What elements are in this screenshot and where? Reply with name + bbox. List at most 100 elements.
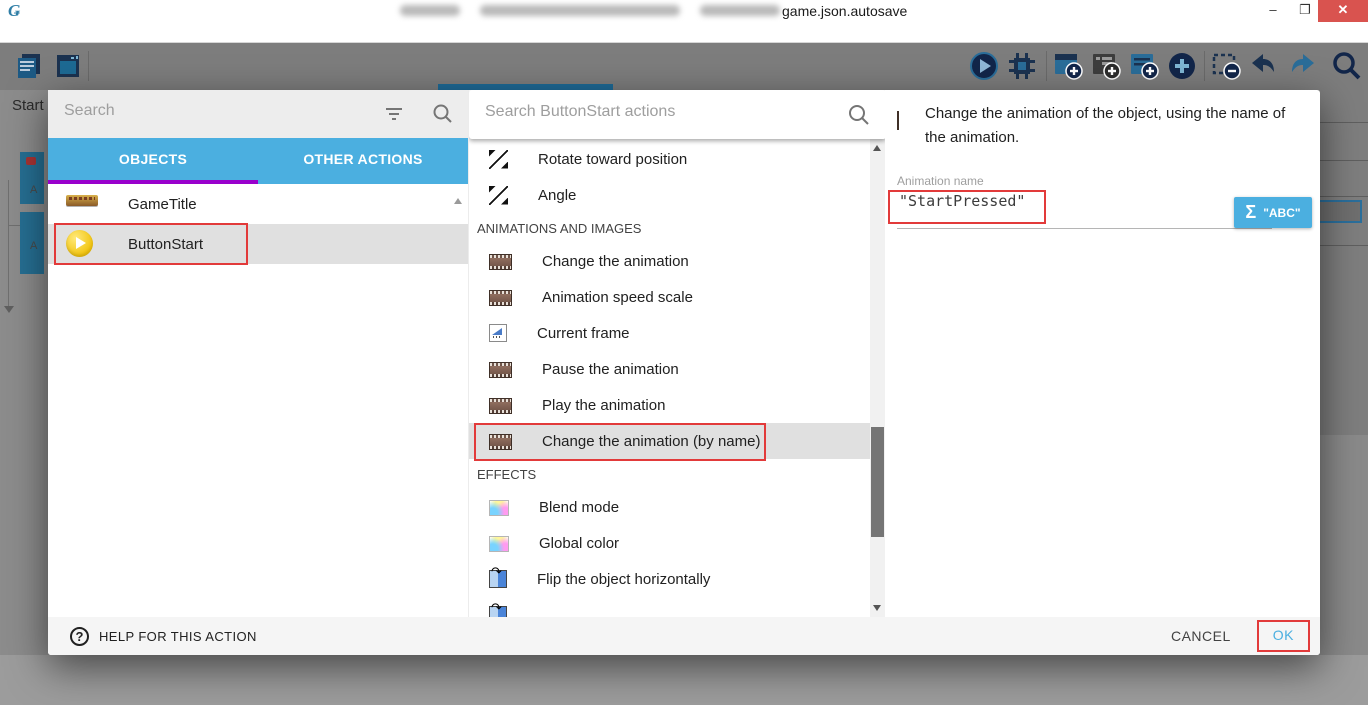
actions-search-bar: [469, 90, 885, 139]
search-icon[interactable]: [432, 103, 454, 130]
action-list-item[interactable]: Flip the object horizontally: [469, 561, 871, 597]
background-condition-icon: [26, 157, 36, 165]
title-bar: Ǥ game.json.autosave – ❐ ✕: [0, 0, 1368, 22]
rainbow-icon: [489, 536, 509, 552]
object-search-input[interactable]: [64, 102, 364, 120]
preview-play-icon[interactable]: [968, 50, 1000, 82]
parameters-right-panel: Change the animation of the object, usin…: [885, 90, 1320, 617]
ok-button[interactable]: OK: [1273, 627, 1294, 643]
action-description: Change the animation of the object, usin…: [925, 102, 1307, 150]
add-external-layout-icon[interactable]: [1128, 50, 1160, 82]
background-collapse-arrow: [4, 306, 14, 313]
cancel-button[interactable]: CANCEL: [1159, 620, 1243, 652]
scroll-down-arrow[interactable]: [873, 605, 881, 611]
window-title: game.json.autosave: [782, 3, 907, 19]
action-label: Change the animation (by name): [542, 433, 760, 450]
action-label: Blend mode: [539, 499, 619, 516]
action-list-item[interactable]: Angle: [469, 177, 871, 213]
help-link[interactable]: HELP FOR THIS ACTION: [99, 629, 257, 644]
action-label: Play the animation: [542, 397, 665, 414]
action-label: Global color: [539, 535, 619, 552]
frame-icon: [489, 324, 507, 342]
film-icon: [489, 362, 512, 378]
film-strip-icon: [897, 111, 899, 130]
object-list-item[interactable]: ButtonStart: [48, 224, 468, 264]
redacted-title-blob: [480, 5, 680, 16]
film-icon: [489, 290, 512, 306]
action-list-item[interactable]: Global color: [469, 525, 871, 561]
action-list-item[interactable]: Current frame: [469, 315, 871, 351]
background-text-fragment: A: [30, 184, 37, 196]
object-search-bar: [48, 90, 468, 138]
restore-button[interactable]: ❐: [1290, 0, 1320, 22]
redo-icon[interactable]: [1286, 50, 1318, 82]
action-label: Change the animation: [542, 253, 689, 270]
background-row-divider: [1320, 122, 1368, 123]
action-label: EFFECTS: [477, 467, 536, 482]
action-list-item[interactable]: EFFECTS: [469, 459, 871, 489]
object-tabs: OBJECTS OTHER ACTIONS: [48, 138, 468, 184]
add-new-icon[interactable]: [1166, 50, 1198, 82]
action-list-item[interactable]: Animation speed scale: [469, 279, 871, 315]
menu-bar: [0, 22, 1368, 43]
close-button[interactable]: ✕: [1318, 0, 1368, 22]
background-events-editor: Start A A: [0, 90, 48, 655]
game-title-icon: [66, 195, 98, 206]
object-list-item[interactable]: GameTitle: [48, 184, 468, 224]
debugger-icon[interactable]: [1006, 50, 1038, 82]
undo-icon[interactable]: [1248, 50, 1280, 82]
dimmed-background: Start A A: [0, 43, 1368, 705]
action-list-item[interactable]: Change the animation (by name): [469, 423, 871, 459]
action-list-item[interactable]: Pause the animation: [469, 351, 871, 387]
object-label: GameTitle: [128, 196, 197, 213]
tab-objects[interactable]: OBJECTS: [48, 138, 258, 184]
field-underline: [897, 228, 1272, 229]
film-icon: [489, 434, 512, 450]
search-icon[interactable]: [847, 103, 871, 132]
abc-label: "ABC": [1263, 206, 1300, 220]
actions-scrollbar[interactable]: [870, 139, 885, 617]
minimize-button[interactable]: –: [1258, 0, 1288, 22]
flip-icon: [489, 606, 507, 617]
action-list-item[interactable]: [469, 597, 871, 617]
action-editor-dialog: OBJECTS OTHER ACTIONS GameTitle ButtonSt…: [48, 90, 1320, 655]
background-text-fragment: A: [30, 240, 37, 252]
actions-list: Rotate toward position Angle ANIMATIONS …: [469, 139, 871, 617]
action-list-item[interactable]: Change the animation: [469, 243, 871, 279]
toolbar-separator: [88, 51, 89, 81]
action-label: Current frame: [537, 325, 630, 342]
action-label: ANIMATIONS AND IMAGES: [477, 221, 641, 236]
scene-editor-icon[interactable]: [52, 50, 84, 82]
scroll-up-arrow[interactable]: [873, 145, 881, 151]
action-list-item[interactable]: Play the animation: [469, 387, 871, 423]
scrollbar-thumb[interactable]: [871, 427, 884, 537]
remove-selection-icon[interactable]: [1210, 50, 1242, 82]
expression-editor-button[interactable]: Σ "ABC": [1234, 197, 1312, 228]
film-icon: [489, 254, 512, 270]
help-icon[interactable]: ?: [70, 627, 89, 646]
background-bottom-strip: [0, 655, 1368, 705]
toolbar-separator: [1046, 51, 1047, 81]
action-label: Angle: [538, 187, 576, 204]
actions-middle-panel: Rotate toward position Angle ANIMATIONS …: [468, 90, 885, 617]
background-row-divider: [1320, 160, 1368, 161]
search-icon[interactable]: [1330, 50, 1362, 82]
actions-search-input[interactable]: [485, 103, 815, 121]
animation-name-input[interactable]: [899, 192, 1199, 210]
add-external-events-icon[interactable]: [1090, 50, 1122, 82]
action-list-item[interactable]: ANIMATIONS AND IMAGES: [469, 213, 871, 243]
action-label: Flip the object horizontally: [537, 571, 710, 588]
tab-other-actions[interactable]: OTHER ACTIONS: [258, 138, 468, 184]
rotate-arrow-icon: [489, 186, 508, 205]
rainbow-icon: [489, 500, 509, 516]
action-list-item[interactable]: Blend mode: [469, 489, 871, 525]
background-selected-field: [1318, 200, 1362, 223]
objects-list: GameTitle ButtonStart: [48, 184, 468, 617]
toolbar: [0, 43, 1368, 90]
instruction-left-panel: OBJECTS OTHER ACTIONS GameTitle ButtonSt…: [48, 90, 468, 617]
action-list-item[interactable]: Rotate toward position: [469, 141, 871, 177]
add-scene-icon[interactable]: [1052, 50, 1084, 82]
flip-icon: [489, 570, 507, 588]
filter-icon[interactable]: [384, 105, 404, 126]
project-manager-icon[interactable]: [14, 50, 46, 82]
